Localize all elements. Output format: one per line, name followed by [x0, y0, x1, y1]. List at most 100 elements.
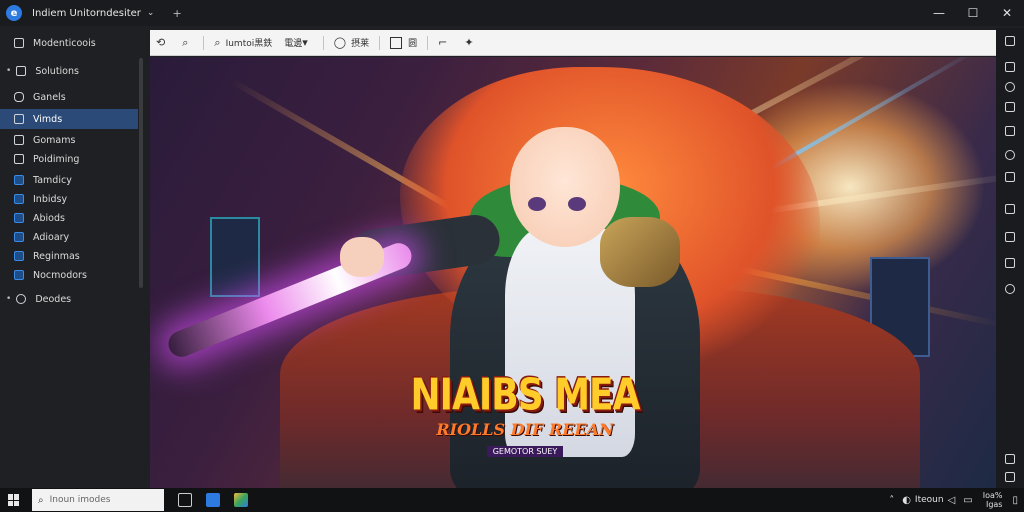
- light-ray: [769, 57, 979, 171]
- search-button[interactable]: ⌕: [176, 30, 199, 56]
- image-toolbar: ⟲ ⌕ ⌕ Iumtoi黒鉄 電邊 ▾ ◯ 摂莱 圆 ⌐ ✦: [150, 30, 996, 56]
- image-icon: [14, 251, 24, 261]
- sidebar-item-gomams[interactable]: Gomams: [0, 130, 138, 150]
- sidebar-item-label: Nocmodors: [33, 269, 87, 281]
- toolbar-divider: [379, 35, 381, 50]
- device-icon: [14, 38, 24, 48]
- share-icon[interactable]: [1005, 232, 1015, 242]
- sidebar-scrollbar[interactable]: [139, 58, 143, 288]
- export-icon[interactable]: [1005, 258, 1015, 268]
- sidebar-item-label: Abiods: [33, 212, 65, 224]
- sidebar-item-modenticoois[interactable]: Modenticoois: [0, 33, 138, 53]
- frame-button[interactable]: 圆: [384, 30, 423, 56]
- taskbar: ⌕ Inoun imodes ˄ ◐ Iteoun ◁ ▭ Ioa% Igas …: [0, 488, 1024, 512]
- adjust-icon[interactable]: [1005, 126, 1015, 136]
- sidebar-item-abiods[interactable]: Abiods: [0, 208, 138, 228]
- sidebar: Modenticoois • Solutions Ganels Vimds Go…: [0, 28, 143, 488]
- window-controls: — ☐ ✕: [922, 0, 1024, 26]
- volume-icon[interactable]: ◁: [948, 495, 956, 506]
- close-button[interactable]: ✕: [990, 0, 1024, 26]
- toolbar-divider: [322, 35, 324, 50]
- image-icon: [14, 232, 24, 242]
- task-view-icon[interactable]: [178, 493, 192, 507]
- zoom-icon: ⌕: [214, 35, 221, 49]
- crop-icon[interactable]: [1005, 102, 1015, 112]
- minimize-button[interactable]: —: [922, 0, 956, 26]
- monitor-icon: [16, 66, 27, 76]
- sidebar-item-adioary[interactable]: Adioary: [0, 227, 138, 247]
- logo-tagline: GEMOTOR SUEY: [486, 446, 564, 457]
- neon-sign: [210, 217, 260, 297]
- chevron-down-icon[interactable]: ⌄: [147, 8, 155, 18]
- bullet-icon: •: [6, 294, 12, 304]
- notification-icon[interactable]: ▯: [1012, 495, 1018, 506]
- sidebar-item-tamdicy[interactable]: Tamdicy: [0, 170, 138, 190]
- game-logo: NIAIBS MEA RIOLLS DIF REEAN GEMOTOR SUEY: [405, 371, 645, 458]
- sidebar-item-ganels[interactable]: Ganels: [0, 87, 138, 107]
- app-taskbar-icon[interactable]: [206, 493, 220, 507]
- bullet-icon: •: [6, 66, 12, 76]
- new-tab-icon[interactable]: +: [172, 7, 181, 20]
- card-icon: [14, 92, 24, 102]
- zoom-button[interactable]: ⌕ Iumtoi黒鉄: [208, 30, 278, 56]
- folder-icon: [14, 114, 24, 124]
- image-icon: [14, 175, 24, 185]
- circle-icon: ◯: [333, 36, 347, 49]
- sidebar-item-inbidsy[interactable]: Inbidsy: [0, 189, 138, 209]
- character-face: [510, 127, 620, 247]
- toolbar-divider: [203, 35, 205, 50]
- rotate-button[interactable]: ⟲: [150, 30, 176, 56]
- pin-button[interactable]: ✦: [458, 30, 484, 56]
- maximize-button[interactable]: ☐: [956, 0, 990, 26]
- circle-button[interactable]: ◯ 摂莱: [328, 30, 375, 56]
- battery-icon[interactable]: ▭: [963, 495, 972, 506]
- info-icon[interactable]: [1005, 36, 1015, 46]
- image-icon: [14, 213, 24, 223]
- chevron-up-icon[interactable]: ˄: [889, 495, 894, 506]
- crop-button[interactable]: ⌐: [432, 30, 458, 56]
- filter-icon[interactable]: [1005, 150, 1015, 160]
- text-icon[interactable]: [1005, 204, 1015, 214]
- frame-icon: [390, 36, 403, 49]
- layers-icon[interactable]: [1005, 62, 1015, 72]
- crop-icon: ⌐: [438, 36, 448, 49]
- expand-icon[interactable]: [1005, 454, 1015, 464]
- sidebar-item-vimds[interactable]: Vimds: [0, 109, 138, 129]
- app-logo-icon[interactable]: e: [6, 5, 22, 21]
- sidebar-item-reginmas[interactable]: Reginmas: [0, 246, 138, 266]
- history-icon[interactable]: [1005, 82, 1015, 92]
- page-icon: [14, 135, 24, 145]
- system-tray: ˄ ◐ Iteoun ◁ ▭ Ioa% Igas ▯: [885, 488, 1024, 512]
- clock-date: Igas: [985, 500, 1003, 509]
- rotate-icon: ⟲: [156, 36, 166, 49]
- character-eye: [528, 197, 546, 211]
- right-tool-panel: [996, 28, 1024, 488]
- search-placeholder: Inoun imodes: [49, 495, 111, 505]
- start-icon[interactable]: [8, 494, 20, 506]
- sidebar-item-label: Gomams: [33, 134, 76, 146]
- taskbar-search-input[interactable]: ⌕ Inoun imodes: [32, 489, 164, 511]
- search-icon: ⌕: [182, 35, 189, 49]
- sidebar-item-deodes[interactable]: • Deodes: [0, 289, 138, 309]
- toolbar-divider: [427, 35, 429, 50]
- window-title: Indiem Unitorndesiter: [32, 7, 141, 19]
- clock-time: Ioa%: [982, 491, 1003, 500]
- settings-icon[interactable]: [1005, 284, 1015, 294]
- circle-label: 摂莱: [351, 39, 370, 49]
- photos-taskbar-icon[interactable]: [234, 493, 248, 507]
- logo-title: NIAIBS MEA: [410, 370, 641, 421]
- grid-button[interactable]: 電邊 ▾: [278, 30, 319, 56]
- sidebar-item-label: Deodes: [35, 293, 72, 305]
- image-canvas[interactable]: NIAIBS MEA RIOLLS DIF REEAN GEMOTOR SUEY: [150, 57, 996, 488]
- brush-icon[interactable]: [1005, 172, 1015, 182]
- sidebar-item-poidiming[interactable]: Poidiming: [0, 149, 138, 169]
- pin-icon: ✦: [464, 36, 474, 49]
- sidebar-item-nocmodors[interactable]: Nocmodors: [0, 265, 138, 285]
- sidebar-item-solutions[interactable]: • Solutions: [0, 61, 138, 81]
- fullscreen-icon[interactable]: [1005, 472, 1015, 482]
- chevron-down-icon: ▾: [302, 36, 308, 49]
- network-icon[interactable]: ◐: [902, 495, 911, 506]
- tray-label: Iteoun: [914, 495, 944, 505]
- sidebar-item-label: Adioary: [33, 231, 70, 243]
- clock[interactable]: Ioa% Igas: [983, 491, 1003, 509]
